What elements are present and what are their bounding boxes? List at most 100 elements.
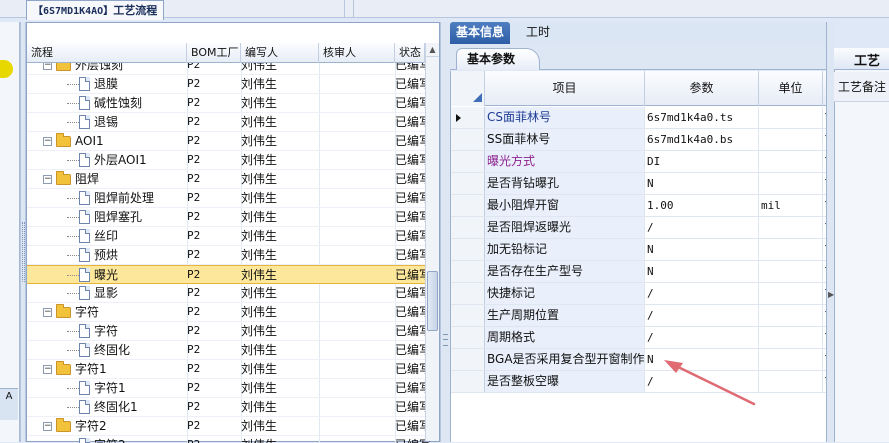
right-splitter[interactable]: ▶ [826, 22, 834, 442]
row-indicator[interactable] [451, 349, 485, 370]
param-row[interactable]: 加无铅标记NY [451, 239, 826, 261]
param-unit-cell[interactable] [759, 305, 823, 326]
param-unit-cell[interactable] [759, 107, 823, 128]
col-header-item[interactable]: 项目 [485, 71, 645, 106]
row-indicator[interactable] [451, 283, 485, 304]
tree-row[interactable]: − 字符2 P2 刘伟生 已编写 [27, 417, 439, 436]
tree-row[interactable]: 显影 P2 刘伟生 已编写 [27, 284, 439, 303]
param-unit-cell[interactable] [759, 151, 823, 172]
splitter-grip[interactable] [22, 222, 25, 282]
collapse-toggle-icon[interactable]: − [43, 174, 52, 184]
param-row[interactable]: 最小阻焊开窗1.00milY [451, 195, 826, 217]
param-value-cell[interactable]: DI [645, 151, 759, 172]
scroll-up-icon[interactable]: ▲ [426, 43, 439, 57]
row-indicator[interactable] [451, 371, 485, 392]
param-value-cell[interactable]: / [645, 217, 759, 238]
param-unit-cell[interactable] [759, 371, 823, 392]
collapse-toggle-icon[interactable]: − [43, 63, 52, 70]
col-header-param[interactable]: 参数 [645, 71, 759, 106]
param-value-cell[interactable]: 6s7md1k4a0.bs [645, 129, 759, 150]
row-indicator[interactable] [451, 107, 485, 128]
param-row[interactable]: 是否背钻曝孔NY [451, 173, 826, 195]
tree-row[interactable]: 字符1 P2 刘伟生 已编写 [27, 379, 439, 398]
row-indicator[interactable] [451, 261, 485, 282]
param-unit-cell[interactable] [759, 327, 823, 348]
param-row[interactable]: 快捷标记/Y [451, 283, 826, 305]
col-header-flow[interactable]: 流程 [27, 43, 187, 63]
tree-vertical-scrollbar[interactable]: ▲ [425, 43, 439, 441]
param-unit-cell[interactable] [759, 239, 823, 260]
col-header-bom[interactable]: BOM工厂 [187, 43, 241, 63]
row-indicator[interactable] [451, 129, 485, 150]
process-flow-tab[interactable]: 【6S7MD1K4AO】工艺流程 [26, 0, 165, 20]
param-row[interactable]: BGA是否采用复合型开窗制作NY [451, 349, 826, 371]
tree-row[interactable]: − 字符 P2 刘伟生 已编写 [27, 303, 439, 322]
param-row[interactable]: CS面菲林号6s7md1k4a0.tsY [451, 107, 826, 129]
tree-row[interactable]: 外层AOI1 P2 刘伟生 已编写 [27, 151, 439, 170]
param-value-cell[interactable]: N [645, 239, 759, 260]
param-unit-cell[interactable] [759, 261, 823, 282]
collapse-toggle-icon[interactable]: − [43, 421, 52, 431]
param-value-cell[interactable]: / [645, 327, 759, 348]
tree-row-selected[interactable]: 曝光 P2 刘伟生 已编写 [27, 265, 439, 284]
row-indicator[interactable] [451, 151, 485, 172]
col-header-status[interactable]: 状态 [395, 43, 425, 63]
param-unit-cell[interactable] [759, 349, 823, 370]
tree-row[interactable]: 终固化 P2 刘伟生 已编写 [27, 341, 439, 360]
param-row[interactable]: 生产周期位置/Y [451, 305, 826, 327]
tab-work-hours[interactable]: 工时 [520, 22, 556, 44]
col-header-author[interactable]: 编写人 [241, 43, 319, 63]
collapse-toggle-icon[interactable]: − [43, 136, 52, 146]
left-edge-tab[interactable]: A [0, 388, 18, 420]
param-value-cell[interactable]: N [645, 349, 759, 370]
tab-process[interactable]: 工艺 [854, 50, 880, 69]
row-indicator[interactable] [451, 239, 485, 260]
param-value-cell[interactable]: N [645, 261, 759, 282]
tab-basic-info[interactable]: 基本信息 [450, 22, 511, 44]
col-header-unit[interactable]: 单位 [759, 71, 823, 106]
tree-row[interactable]: − 外层蚀刻 P2 刘伟生 已编写 [27, 63, 439, 75]
tab-basic-params[interactable]: 基本参数 [456, 48, 541, 70]
col-header-reviewer[interactable]: 核审人 [319, 43, 395, 63]
param-value-cell[interactable]: / [645, 371, 759, 392]
row-indicator[interactable] [451, 305, 485, 326]
row-indicator[interactable] [451, 173, 485, 194]
row-indicator[interactable] [451, 217, 485, 238]
param-row[interactable]: 是否阻焊返曝光/Y [451, 217, 826, 239]
tree-row[interactable]: 阻焊前处理 P2 刘伟生 已编写 [27, 189, 439, 208]
tree-row[interactable]: 终固化1 P2 刘伟生 已编写 [27, 398, 439, 417]
param-value-cell[interactable]: / [645, 283, 759, 304]
tree-row[interactable]: 丝印 P2 刘伟生 已编写 [27, 227, 439, 246]
tree-row[interactable]: 退膜 P2 刘伟生 已编写 [27, 75, 439, 94]
row-header-corner[interactable] [451, 71, 485, 106]
tree-row[interactable]: 阻焊塞孔 P2 刘伟生 已编写 [27, 208, 439, 227]
splitter-grip[interactable] [443, 334, 448, 346]
row-indicator[interactable] [451, 327, 485, 348]
param-unit-cell[interactable] [759, 283, 823, 304]
param-row[interactable]: SS面菲林号6s7md1k4a0.bsY [451, 129, 826, 151]
param-row[interactable]: 是否存在生产型号NY [451, 261, 826, 283]
param-unit-cell[interactable] [759, 129, 823, 150]
collapse-toggle-icon[interactable]: − [43, 307, 52, 317]
param-value-cell[interactable]: 6s7md1k4a0.ts [645, 107, 759, 128]
param-row[interactable]: 曝光方式DIY [451, 151, 826, 173]
param-unit-cell[interactable] [759, 217, 823, 238]
tree-row[interactable]: − 字符1 P2 刘伟生 已编写 [27, 360, 439, 379]
param-row[interactable]: 周期格式/Y [451, 327, 826, 349]
tree-row[interactable]: 字符 P2 刘伟生 已编写 [27, 322, 439, 341]
tree-row[interactable]: − AOI1 P2 刘伟生 已编写 [27, 132, 439, 151]
tree-row[interactable]: − 阻焊 P2 刘伟生 已编写 [27, 170, 439, 189]
collapse-toggle-icon[interactable]: − [43, 364, 52, 374]
param-value-cell[interactable]: 1.00 [645, 195, 759, 216]
tree-row[interactable]: 碱性蚀刻 P2 刘伟生 已编写 [27, 94, 439, 113]
middle-splitter[interactable] [440, 22, 450, 442]
tree-row[interactable]: 退锡 P2 刘伟生 已编写 [27, 113, 439, 132]
tree-row[interactable]: 预烘 P2 刘伟生 已编写 [27, 246, 439, 265]
row-indicator[interactable] [451, 195, 485, 216]
param-value-cell[interactable]: / [645, 305, 759, 326]
param-unit-cell[interactable]: mil [759, 195, 823, 216]
param-unit-cell[interactable] [759, 173, 823, 194]
param-row[interactable]: 是否整板空曝/Y [451, 371, 826, 393]
param-value-cell[interactable]: N [645, 173, 759, 194]
scroll-thumb[interactable] [427, 271, 438, 331]
